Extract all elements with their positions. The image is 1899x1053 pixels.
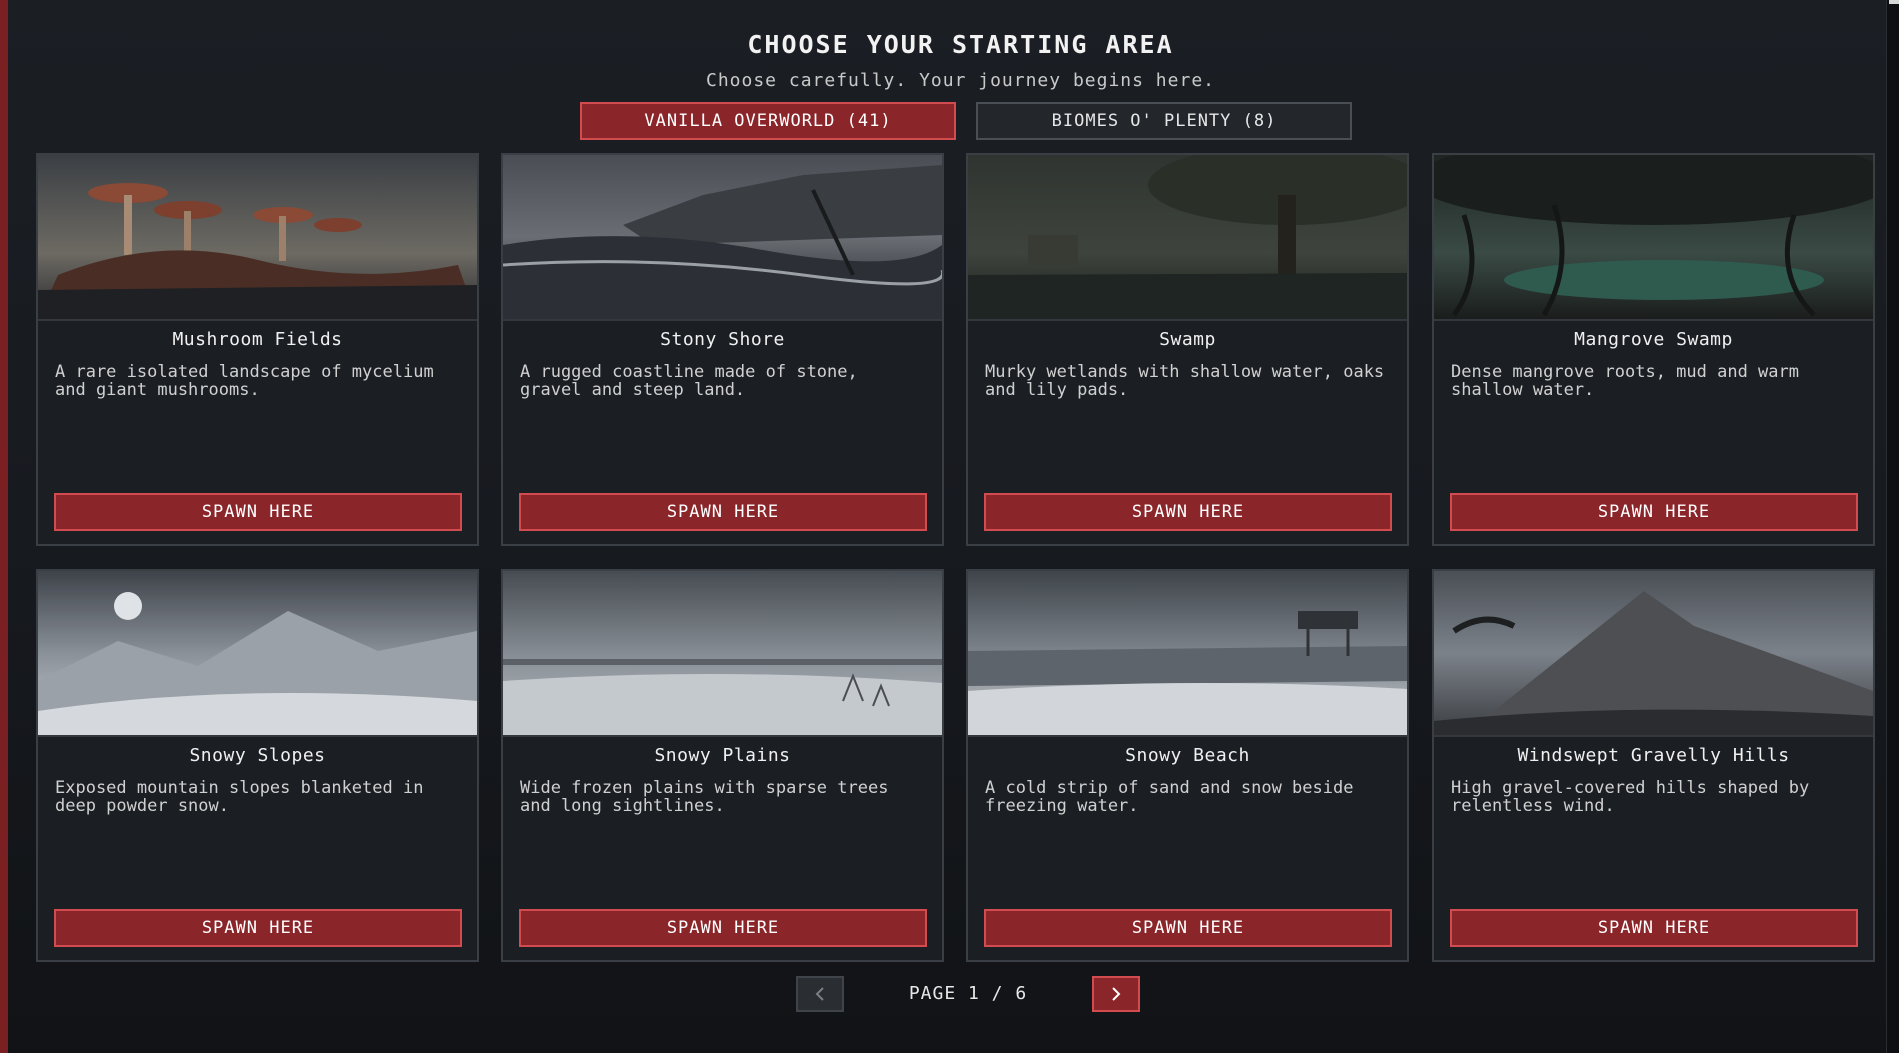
- biome-description: High gravel-covered hills shaped by rele…: [1451, 778, 1810, 816]
- next-page-button[interactable]: [1092, 976, 1140, 1012]
- biome-description: A rugged coastline made of stone, gravel…: [520, 362, 858, 400]
- biome-description: Wide frozen plains with sparse trees and…: [520, 778, 889, 816]
- biome-card-mangrove-swamp: Mangrove Swamp Dense mangrove roots, mud…: [1432, 153, 1875, 546]
- biome-title: Snowy Beach: [1125, 745, 1250, 766]
- page-title: CHOOSE YOUR STARTING AREA: [747, 30, 1174, 59]
- window-right-edge: [1886, 0, 1899, 1053]
- biome-card-stony-shore: Stony Shore A rugged coastline made of s…: [501, 153, 944, 546]
- spawn-here-button[interactable]: SPAWN HERE: [54, 493, 462, 531]
- biome-image-swamp: [968, 155, 1407, 321]
- biome-card-snowy-beach: Snowy Beach A cold strip of sand and sno…: [966, 569, 1409, 962]
- biome-description: Murky wetlands with shallow water, oaks …: [985, 362, 1385, 400]
- biome-image-windswept-gravelly-hills: [1434, 571, 1873, 737]
- biome-description: A cold strip of sand and snow beside fre…: [985, 778, 1354, 816]
- page-subtitle: Choose carefully. Your journey begins he…: [706, 70, 1215, 91]
- biome-image-mangrove-swamp: [1434, 155, 1873, 321]
- window-left-edge: [0, 0, 8, 1053]
- spawn-here-button[interactable]: SPAWN HERE: [54, 909, 462, 947]
- biome-description: Dense mangrove roots, mud and warm shall…: [1451, 362, 1799, 400]
- biome-title: Stony Shore: [660, 329, 785, 350]
- biome-description: Exposed mountain slopes blanketed in dee…: [55, 778, 424, 816]
- biome-title: Windswept Gravelly Hills: [1517, 745, 1790, 766]
- biome-title: Mushroom Fields: [172, 329, 343, 350]
- biome-title: Snowy Slopes: [189, 745, 326, 766]
- biome-title: Swamp: [1159, 329, 1216, 350]
- chevron-right-icon: [1112, 987, 1121, 1001]
- biome-card-windswept-gravelly-hills: Windswept Gravelly Hills High gravel-cov…: [1432, 569, 1875, 962]
- biome-description: A rare isolated landscape of mycelium an…: [55, 362, 434, 400]
- biome-title: Snowy Plains: [654, 745, 791, 766]
- biome-title: Mangrove Swamp: [1574, 329, 1733, 350]
- tab-label: VANILLA OVERWORLD (41): [644, 111, 892, 131]
- biome-image-snowy-plains: [503, 571, 942, 737]
- spawn-here-button[interactable]: SPAWN HERE: [1450, 909, 1858, 947]
- spawn-here-button[interactable]: SPAWN HERE: [984, 493, 1392, 531]
- biome-card-snowy-slopes: Snowy Slopes Exposed mountain slopes bla…: [36, 569, 479, 962]
- page-indicator: PAGE 1 / 6: [908, 983, 1028, 1004]
- biome-card-mushroom-fields: Mushroom Fields A rare isolated landscap…: [36, 153, 479, 546]
- biome-image-snowy-beach: [968, 571, 1407, 737]
- biome-image-mushroom-fields: [38, 155, 477, 321]
- spawn-here-button[interactable]: SPAWN HERE: [984, 909, 1392, 947]
- window-corner: [1889, 0, 1899, 4]
- spawn-here-button[interactable]: SPAWN HERE: [519, 909, 927, 947]
- spawn-here-button[interactable]: SPAWN HERE: [519, 493, 927, 531]
- chevron-left-icon: [815, 987, 824, 1001]
- biome-card-swamp: Swamp Murky wetlands with shallow water,…: [966, 153, 1409, 546]
- biome-image-snowy-slopes: [38, 571, 477, 737]
- starting-area-screen: CHOOSE YOUR STARTING AREA Choose careful…: [8, 0, 1887, 1053]
- tab-biomes-o-plenty[interactable]: BIOMES O' PLENTY (8): [976, 102, 1352, 140]
- spawn-here-button[interactable]: SPAWN HERE: [1450, 493, 1858, 531]
- biome-card-snowy-plains: Snowy Plains Wide frozen plains with spa…: [501, 569, 944, 962]
- previous-page-button[interactable]: [796, 976, 844, 1012]
- tab-vanilla-overworld[interactable]: VANILLA OVERWORLD (41): [580, 102, 956, 140]
- biome-image-stony-shore: [503, 155, 942, 321]
- tab-label: BIOMES O' PLENTY (8): [1051, 111, 1277, 131]
